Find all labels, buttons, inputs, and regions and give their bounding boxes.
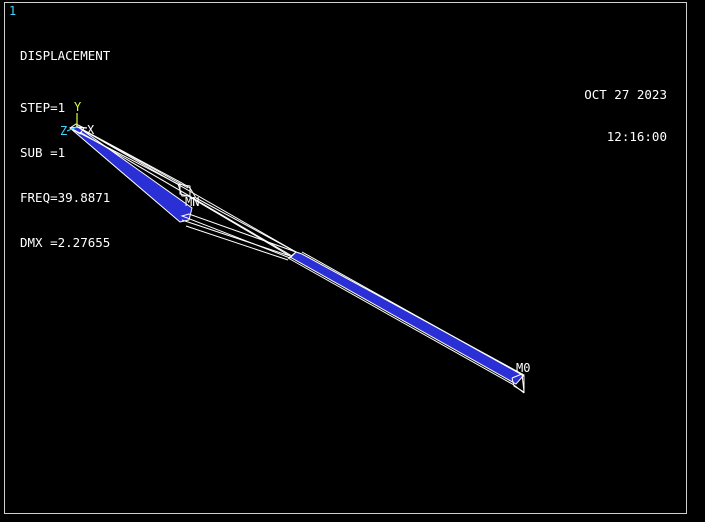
- deformed-lower-member: [289, 251, 525, 385]
- model-canvas[interactable]: MN M0 Y Z X: [0, 0, 705, 522]
- graphics-viewport[interactable]: 1 DISPLACEMENT STEP=1 SUB =1 FREQ=39.887…: [0, 0, 705, 522]
- wire-diagonal-3: [195, 197, 297, 253]
- wire-bottom-1: [287, 257, 525, 394]
- x-axis-label: X: [87, 123, 95, 137]
- wire-lower-1: [181, 219, 291, 257]
- wire-diagonal-1: [75, 125, 297, 253]
- marker-upper: MN: [185, 195, 199, 209]
- wire-diagonal-2: [79, 131, 293, 257]
- deformed-connector: [180, 213, 297, 259]
- wire-diagonal-4: [187, 195, 291, 257]
- y-axis-label: Y: [74, 100, 82, 114]
- z-axis-label: Z: [60, 124, 67, 138]
- marker-lower: M0: [516, 361, 530, 375]
- deformed-upper-member: [68, 126, 193, 223]
